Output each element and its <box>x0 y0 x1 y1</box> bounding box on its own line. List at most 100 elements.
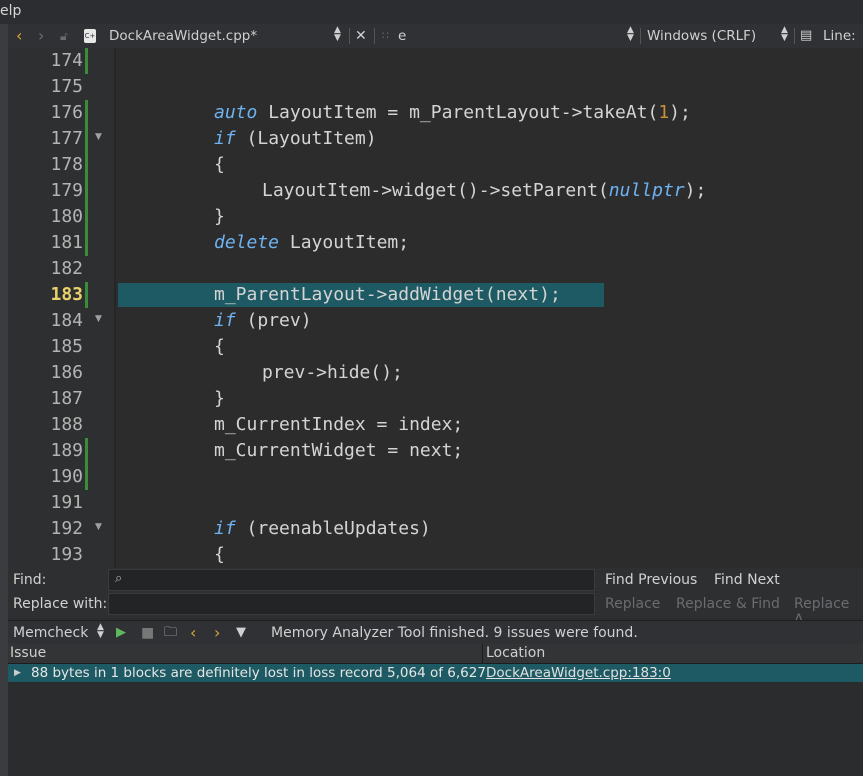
cpp-file-icon: C+ <box>84 29 96 43</box>
editor-toolbar: ‹ › 🔓︎ C+ DockAreaWidget.cpp* ▲ ▼ ✕ ∷ e ▲… <box>8 24 863 68</box>
toolbar-separator <box>794 28 795 44</box>
folder-open-icon[interactable]: 🗀︎ <box>164 621 177 645</box>
line-number: 189 <box>50 440 83 461</box>
next-issue-icon[interactable]: › <box>214 621 220 645</box>
keyword: auto <box>214 102 258 123</box>
code-line: } <box>214 388 225 409</box>
previous-issue-icon[interactable]: ‹ <box>190 621 196 645</box>
line-number: 188 <box>50 414 83 435</box>
column-header-issue[interactable]: Issue <box>10 645 46 661</box>
line-number: 177 <box>50 128 83 149</box>
change-marker <box>85 282 88 308</box>
symbol-dropdown-arrows-icon[interactable]: ▲ ▼ <box>627 24 634 48</box>
keyword: if <box>214 518 236 539</box>
toolbar-separator <box>374 28 375 44</box>
analyzer-tool-select[interactable]: Memcheck <box>13 621 88 645</box>
replace-find-button[interactable]: Replace & Find <box>676 596 780 612</box>
code-line: m_CurrentWidget = next; <box>214 440 464 461</box>
code-line: m_CurrentIndex = index; <box>214 414 464 435</box>
fold-arrow-icon[interactable]: ▼ <box>95 314 102 324</box>
code-line: { <box>214 154 225 175</box>
line-number: 191 <box>50 492 83 513</box>
replace-button[interactable]: Replace <box>605 596 660 612</box>
code-line: } <box>214 206 225 227</box>
line-number: 179 <box>50 180 83 201</box>
analyzer-status-text: Memory Analyzer Tool finished. 9 issues … <box>271 625 638 641</box>
keyword: if <box>214 128 236 149</box>
code-line: if (reenableUpdates) <box>214 518 431 539</box>
line-number: 193 <box>50 544 83 565</box>
code-line: auto LayoutItem = m_ParentLayout->takeAt… <box>214 102 691 123</box>
line-number: 186 <box>50 362 83 383</box>
symbol-selector[interactable]: e <box>398 24 406 48</box>
issue-description: 88 bytes in 1 blocks are definitely lost… <box>31 665 486 681</box>
line-number: 187 <box>50 388 83 409</box>
code-line: { <box>214 544 225 565</box>
column-header-location[interactable]: Location <box>486 645 545 661</box>
find-input[interactable]: ⌕ <box>108 569 595 591</box>
file-name-label[interactable]: DockAreaWidget.cpp* <box>109 24 257 48</box>
find-previous-button[interactable]: Find Previous <box>605 572 697 588</box>
line-number: 182 <box>50 258 83 279</box>
code-line: if (prev) <box>214 310 312 331</box>
menubar: elp <box>0 0 863 24</box>
analyzer-toolbar: Memcheck ▲ ▼ ▶ ■ 🗀︎ ‹ › ▼ Memory Analyzer… <box>8 620 863 645</box>
keyword: delete <box>214 232 280 253</box>
stop-icon[interactable]: ■ <box>141 621 154 645</box>
gutter-divider <box>114 48 116 568</box>
line-number: 176 <box>50 102 83 123</box>
line-endings-arrows-icon[interactable]: ▲ ▼ <box>781 24 788 48</box>
symbol-grip-icon: ∷ <box>382 29 389 42</box>
fold-arrow-icon[interactable]: ▼ <box>95 132 102 142</box>
close-icon[interactable]: ✕ <box>355 24 367 48</box>
change-marker <box>85 48 88 74</box>
line-number: 184 <box>50 310 83 331</box>
line-endings-selector[interactable]: Windows (CRLF) <box>647 24 756 48</box>
expand-arrow-icon[interactable]: ▶ <box>14 664 21 682</box>
issue-location-link[interactable]: DockAreaWidget.cpp:183:0 <box>486 664 671 682</box>
line-number: 190 <box>50 466 83 487</box>
search-icon: ⌕ <box>115 571 123 586</box>
line-number: 181 <box>50 232 83 253</box>
chevron-right-icon[interactable]: › <box>38 24 44 48</box>
toolbar-separator <box>349 28 350 44</box>
line-column-label[interactable]: Line: 1 <box>823 24 863 68</box>
find-replace-bar: Find: ⌕ Find Previous Find Next Replace … <box>8 568 863 628</box>
code-line: { <box>214 336 225 357</box>
table-row[interactable]: ▶ 88 bytes in 1 blocks are definitely lo… <box>8 664 863 682</box>
document-icon: ▤ <box>800 28 813 43</box>
change-marker <box>85 100 88 256</box>
current-code-line: m_ParentLayout->addWidget(next); <box>214 284 561 305</box>
line-number: 174 <box>50 50 83 71</box>
chevron-left-icon[interactable]: ‹ <box>16 24 22 48</box>
lock-icon[interactable]: 🔓︎ <box>60 24 68 48</box>
keyword: nullptr <box>608 180 685 201</box>
file-dropdown-arrows-icon[interactable]: ▲ ▼ <box>334 24 341 48</box>
code-line: prev->hide(); <box>262 362 403 383</box>
replace-label: Replace with: <box>13 596 108 612</box>
line-number: 185 <box>50 336 83 357</box>
code-line: LayoutItem->widget()->setParent(nullptr)… <box>262 180 707 201</box>
fold-arrow-icon[interactable]: ▼ <box>95 522 102 532</box>
code-editor[interactable]: 174 175 176 177 178 179 180 181 182 183 … <box>8 48 863 568</box>
start-analyzer-icon[interactable]: ▶ <box>116 621 126 645</box>
find-label: Find: <box>13 572 47 588</box>
menu-help[interactable]: elp <box>0 3 21 19</box>
line-number: 180 <box>50 206 83 227</box>
issues-table-header: Issue Location <box>8 644 863 664</box>
toolbar-separator <box>640 28 641 44</box>
filter-icon[interactable]: ▼ <box>236 621 246 645</box>
find-next-button[interactable]: Find Next <box>714 572 780 588</box>
left-side-strip <box>0 24 8 776</box>
tool-select-arrows-icon[interactable]: ▲ ▼ <box>97 621 104 645</box>
column-divider <box>482 644 483 663</box>
change-marker <box>85 438 88 490</box>
line-number: 192 <box>50 518 83 539</box>
replace-input[interactable] <box>108 593 595 615</box>
number-literal: 1 <box>658 102 670 123</box>
code-line: delete LayoutItem; <box>214 232 410 253</box>
code-line: if (LayoutItem) <box>214 128 377 149</box>
keyword: if <box>214 310 236 331</box>
line-number: 178 <box>50 154 83 175</box>
issues-table: Issue Location ▶ 88 bytes in 1 blocks ar… <box>8 644 863 776</box>
